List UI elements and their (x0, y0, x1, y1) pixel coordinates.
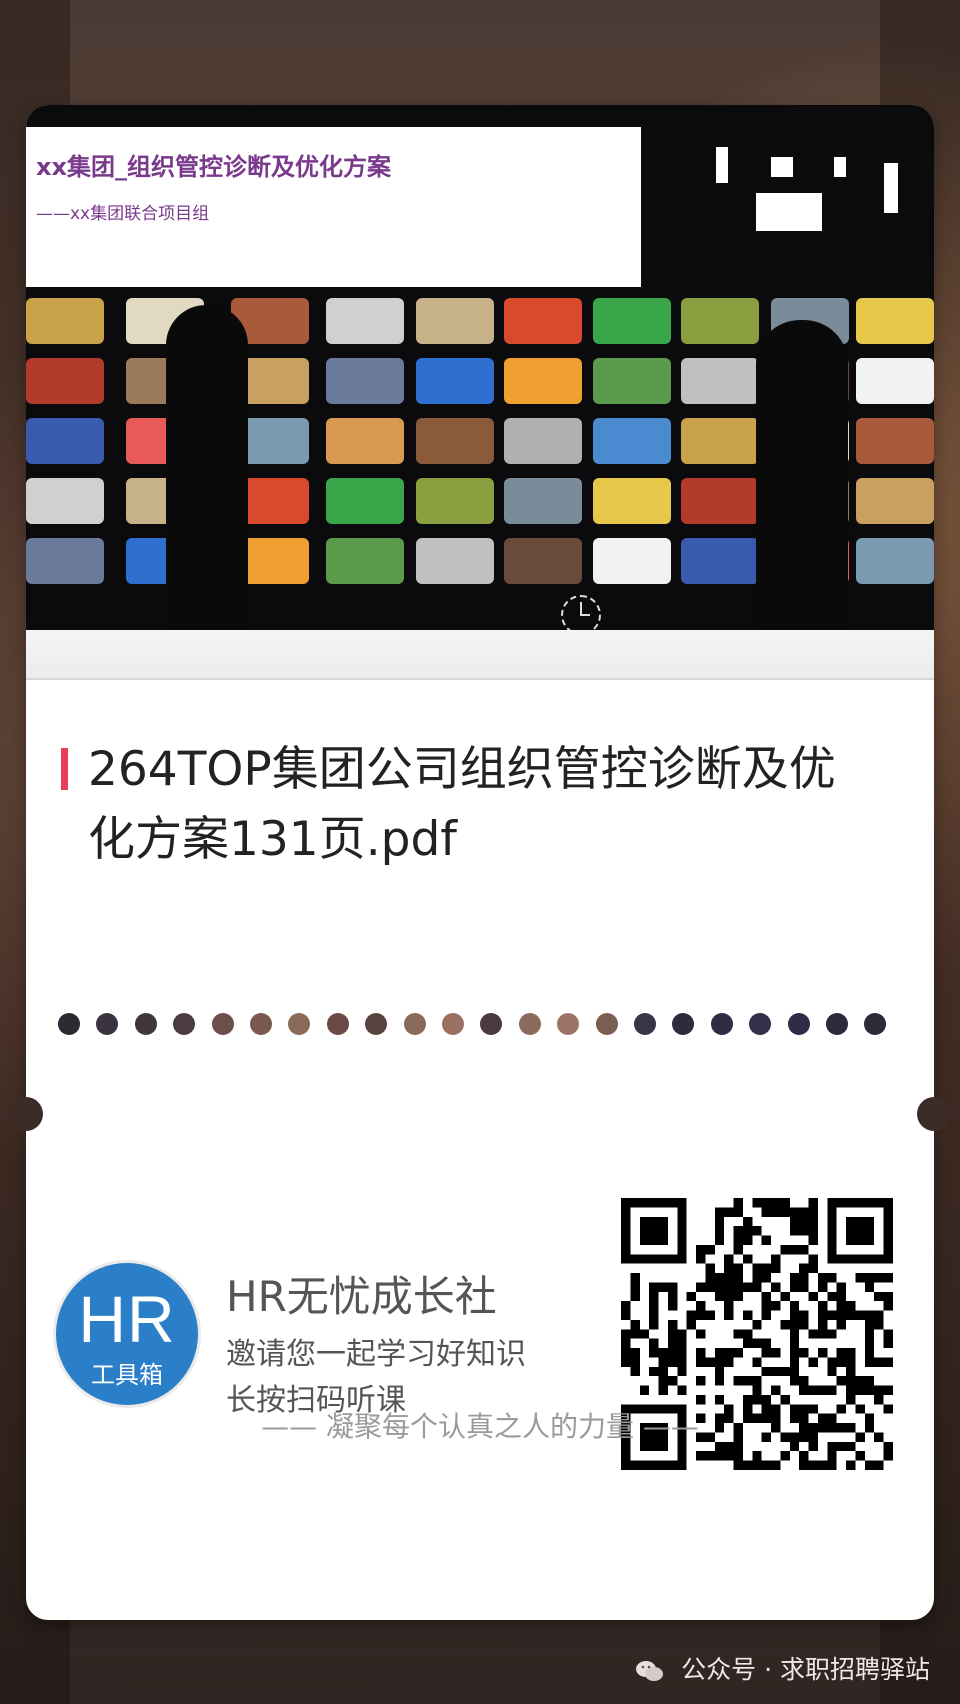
perforation-dot (250, 1013, 272, 1035)
silhouette-left (166, 305, 248, 630)
document-title[interactable]: 264TOP集团公司组织管控诊断及优化方案131页.pdf (88, 735, 878, 875)
tv-screen-tile (326, 358, 404, 404)
perforation-dot (480, 1013, 503, 1035)
perforation-dot (173, 1013, 196, 1035)
perforation-dot (864, 1013, 887, 1035)
cover-image: xx集团_组织管控诊断及优化方案 ——xx集团联合项目组 (26, 105, 934, 630)
tv-screen-tile (856, 478, 934, 524)
tv-screen-tile (593, 478, 671, 524)
perforation-dot (211, 1013, 234, 1035)
cover-divider (26, 630, 934, 680)
cover-subtitle: ——xx集团联合项目组 (36, 204, 210, 224)
title-accent-bar (61, 748, 68, 790)
tv-screen-tile (593, 538, 671, 584)
hr-toolbox-logo: HR 工具箱 (53, 1260, 201, 1408)
tv-screen-tile (681, 478, 759, 524)
brand-invite: 邀请您一起学习好知识 (226, 1337, 526, 1372)
tv-screen-tile (504, 298, 582, 344)
tv-screen-tile (416, 538, 494, 584)
tv-screen-tile (26, 298, 104, 344)
tv-screen-tile (416, 298, 494, 344)
ticket-card[interactable]: xx集团_组织管控诊断及优化方案 ——xx集团联合项目组 264TOP集团公司组… (26, 105, 934, 1620)
perforation-dot (326, 1013, 349, 1035)
tv-screen-tile (593, 298, 671, 344)
tv-screen-tile (416, 478, 494, 524)
motto: —— 凝聚每个认真之人的力量 —— (261, 1410, 699, 1443)
tv-screen-tile (26, 538, 104, 584)
silhouette-right (756, 320, 848, 630)
tv-screen-tile (856, 358, 934, 404)
tv-screen-tile (593, 418, 671, 464)
tv-screen-tile (856, 418, 934, 464)
perforation-dot (787, 1013, 810, 1035)
logo-subtext: 工具箱 (91, 1361, 163, 1389)
tv-screen-tile (26, 418, 104, 464)
tv-screen-tile (26, 478, 104, 524)
perforation (26, 1013, 934, 1035)
cover-title: xx集团_组织管控诊断及优化方案 (36, 153, 391, 181)
ticket-notch-left (9, 1097, 43, 1131)
tv-screen-tile (856, 538, 934, 584)
perforation-dot (134, 1013, 157, 1035)
tv-screen-tile (681, 358, 759, 404)
tv-screen-tile (326, 538, 404, 584)
footer-text: 公众号 · 求职招聘驿站 (681, 1655, 930, 1684)
tv-screen-tile (504, 358, 582, 404)
perforation-dot (96, 1013, 119, 1035)
tv-screen-tile (681, 538, 759, 584)
perforation-dot (672, 1013, 695, 1035)
clock-icon (561, 595, 601, 630)
tv-screen-tile (681, 418, 759, 464)
perforation-dot (442, 1013, 464, 1035)
ticket-notch-right (917, 1097, 951, 1131)
perforation-dot (710, 1013, 733, 1035)
perforation-dot (557, 1013, 580, 1035)
tv-screen-tile (681, 298, 759, 344)
perforation-dot (595, 1013, 618, 1035)
perforation-dot (58, 1013, 80, 1035)
perforation-dot (749, 1013, 772, 1035)
logo-text: HR (78, 1282, 176, 1356)
perforation-dot (826, 1013, 848, 1035)
tv-screen-tile (504, 418, 582, 464)
perforation-dot (634, 1013, 656, 1035)
tv-screen-tile (326, 478, 404, 524)
perforation-dot (288, 1013, 311, 1035)
footer-attribution: 公众号 · 求职招聘驿站 (635, 1650, 930, 1686)
tv-screen-tile (504, 478, 582, 524)
tv-screen-tile (326, 298, 404, 344)
wechat-icon (636, 1661, 664, 1681)
tv-screen-tile (504, 538, 582, 584)
perforation-dot (403, 1013, 426, 1035)
perforation-dot (518, 1013, 541, 1035)
tv-screen-tile (416, 358, 494, 404)
cover-title-box: xx集团_组织管控诊断及优化方案 ——xx集团联合项目组 (26, 127, 641, 287)
perforation-dot (365, 1013, 388, 1035)
tv-screen-tile (416, 418, 494, 464)
brand-name: HR无忧成长社 (226, 1272, 497, 1321)
tv-screen-tile (856, 298, 934, 344)
tv-screen-tile (326, 418, 404, 464)
tv-screen-tile (26, 358, 104, 404)
tv-screen-tile (593, 358, 671, 404)
